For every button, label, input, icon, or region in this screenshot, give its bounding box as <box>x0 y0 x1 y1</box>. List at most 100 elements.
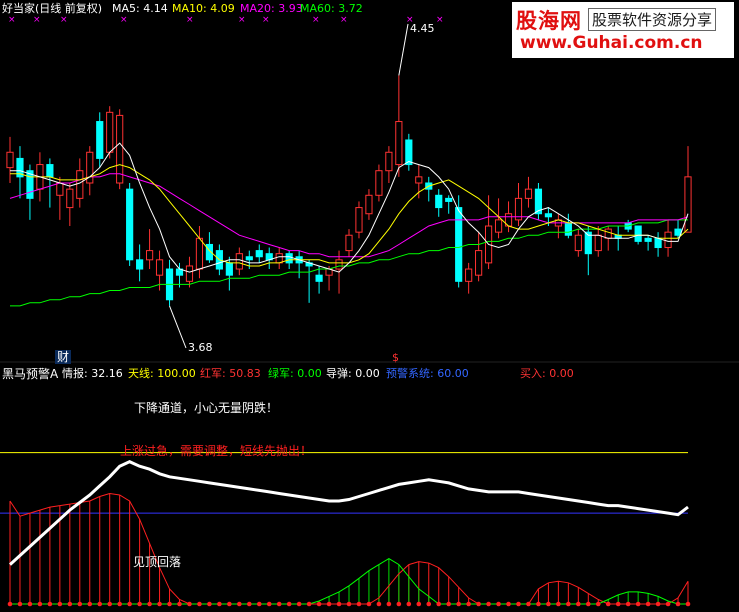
baseline-dot-24 <box>246 601 252 607</box>
candle-body-18 <box>185 265 194 282</box>
candle-body-7 <box>76 170 84 199</box>
price-high-label: 4.45 <box>410 22 435 35</box>
candle-body-57 <box>574 234 582 252</box>
baseline-dot-48 <box>486 601 491 607</box>
baseline-dot-20 <box>207 601 212 607</box>
candle-body-44 <box>445 197 453 202</box>
baseline-dot-8 <box>87 601 93 607</box>
baseline-dot-55 <box>556 601 561 607</box>
baseline-dot-53 <box>536 601 541 607</box>
baseline-dot-59 <box>595 601 601 607</box>
ma5-label: MA5: <box>112 2 140 15</box>
baseline-dot-2 <box>27 601 33 607</box>
baseline-dot-52 <box>526 601 531 607</box>
baseline-dot-58 <box>585 601 591 607</box>
main-overlay: × × × × × × × × × × × <box>0 15 739 363</box>
ind-qingbao: 情报: 32.16 <box>62 367 123 381</box>
baseline-dot-68 <box>685 601 691 607</box>
baseline-dot-61 <box>615 601 621 607</box>
candle-body-22 <box>225 262 233 276</box>
baseline-dot-31 <box>316 601 322 607</box>
candle-body-31 <box>315 274 323 282</box>
baseline-dot-16 <box>167 601 172 607</box>
baseline-dot-19 <box>197 601 202 607</box>
baseline-dot-11 <box>117 601 122 607</box>
baseline-dot-41 <box>416 601 422 607</box>
candle-body-40 <box>405 139 413 166</box>
baseline-dot-42 <box>426 601 432 607</box>
candle-body-66 <box>664 231 672 249</box>
kline-stage: × × × × × × × × × × × <box>0 15 739 607</box>
ind-yujing-value: 60.00 <box>437 367 469 380</box>
candle-body-5 <box>56 182 64 196</box>
low-pointer <box>169 305 187 349</box>
candle-body-12 <box>126 188 134 261</box>
candle-body-35 <box>355 207 363 233</box>
ind-hongjun-value: 50.83 <box>229 367 261 380</box>
baseline-dot-28 <box>286 601 292 607</box>
ma5-readout: MA5: 4.14 <box>112 2 168 16</box>
ind-tianxian-label: 天线: <box>128 367 154 380</box>
baseline-dot-43 <box>436 601 442 607</box>
candle-body-11 <box>116 114 124 184</box>
candle-body-63 <box>634 225 642 242</box>
baseline-dot-3 <box>37 601 43 607</box>
baseline-dot-62 <box>625 601 631 607</box>
candle-body-25 <box>255 250 263 258</box>
candle-body-56 <box>564 222 572 236</box>
candle-body-37 <box>375 170 383 196</box>
ind-lvjun: 绿军: 0.00 <box>268 367 322 381</box>
ma60-label: MA60: <box>300 2 335 15</box>
logo-url: www.Guhai.com.cn <box>520 33 703 53</box>
candle-body-34 <box>345 234 353 252</box>
baseline-dot-13 <box>137 601 142 607</box>
ind-lvjun-label: 绿军: <box>268 367 294 380</box>
baseline-dot-57 <box>576 601 581 607</box>
baseline-dot-5 <box>57 601 63 607</box>
site-logo[interactable]: 股海网 股票软件资源分享 www.Guhai.com.cn <box>512 2 734 58</box>
indicator-panel[interactable] <box>0 452 691 607</box>
candle-body-39 <box>395 121 403 166</box>
baseline-dot-25 <box>256 601 262 607</box>
ma20-label: MA20: <box>240 2 275 15</box>
candle-body-23 <box>235 253 243 270</box>
candle-body-0 <box>6 151 14 169</box>
baseline-dot-64 <box>645 601 651 607</box>
baseline-dot-37 <box>376 601 382 607</box>
candle-body-4 <box>46 164 54 178</box>
baseline-dot-50 <box>506 601 511 607</box>
candle-body-14 <box>145 250 154 261</box>
baseline-dot-51 <box>516 601 521 607</box>
ind-daodan-label: 导弹: <box>326 367 352 380</box>
ind-hongjun-label: 红军: <box>200 367 226 380</box>
candle-body-47 <box>475 250 483 276</box>
ma10-readout: MA10: 4.09 <box>172 2 235 16</box>
baseline-dot-15 <box>157 601 162 607</box>
baseline-dot-63 <box>635 601 641 607</box>
candle-body-27 <box>275 253 283 264</box>
ma60-value: 3.72 <box>338 2 363 15</box>
ma10-label: MA10: <box>172 2 207 15</box>
baseline-dot-32 <box>326 601 332 607</box>
baseline-dot-14 <box>147 601 152 607</box>
baseline-dot-45 <box>456 601 461 607</box>
main-price-panel[interactable] <box>6 75 692 307</box>
baseline-dot-22 <box>227 601 232 607</box>
ind-yujing-label: 预警系统: <box>386 367 434 380</box>
logo-main-text: 股海网 <box>516 9 582 33</box>
baseline-dot-18 <box>187 601 192 607</box>
candle-body-52 <box>524 188 533 199</box>
top-marker-1: × <box>33 15 41 25</box>
baseline-dot-10 <box>107 601 113 607</box>
baseline-dot-46 <box>466 601 471 607</box>
top-marker-3: × <box>120 15 128 25</box>
baseline-dot-23 <box>237 601 242 607</box>
top-marker-8: × <box>340 15 348 25</box>
baseline-dot-30 <box>306 601 312 607</box>
baseline-dot-6 <box>67 601 73 607</box>
baseline-dot-66 <box>665 601 671 607</box>
ma60-readout: MA60: 3.72 <box>300 2 363 16</box>
downtrend-warning: 下降通道，小心无量阴跌！ <box>134 401 279 415</box>
overbought-warning: 上涨过急，需要调整，短线先抛出！ <box>120 444 313 458</box>
top-marker-7: × <box>312 15 320 25</box>
